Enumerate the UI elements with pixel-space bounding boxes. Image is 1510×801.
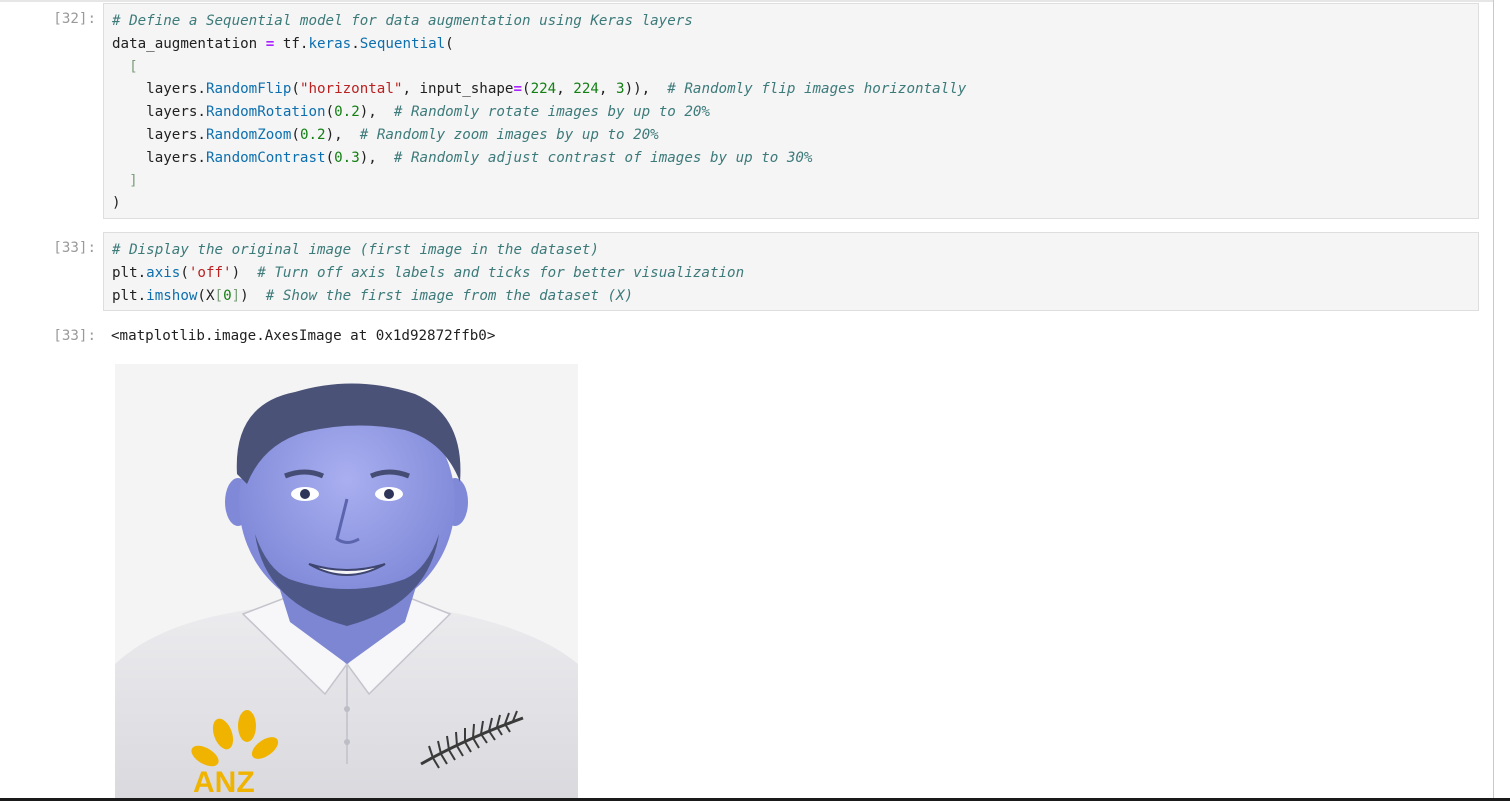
cell-prompt-32: [32]:: [53, 11, 96, 27]
code-line: # Define a Sequential model for data aug…: [112, 13, 693, 29]
code-line: ): [112, 195, 121, 212]
code-line: [: [129, 58, 138, 75]
code-line: layers.RandomZoom(0.2), # Randomly zoom …: [112, 126, 659, 143]
output-text: <matplotlib.image.AxesImage at 0x1d92872…: [111, 328, 496, 344]
scrollbar[interactable]: [1493, 0, 1510, 801]
code-line: layers.RandomFlip("horizontal", input_sh…: [112, 81, 967, 98]
top-divider: [0, 0, 1510, 2]
portrait-image: ANZ: [115, 364, 578, 798]
code-editor-33[interactable]: # Display the original image (first imag…: [104, 233, 1478, 307]
svg-text:ANZ: ANZ: [193, 766, 255, 798]
image-output: ANZ: [115, 364, 578, 798]
code-cell-32[interactable]: # Define a Sequential model for data aug…: [103, 3, 1479, 219]
output-prompt-33: [33]:: [53, 328, 96, 344]
code-editor-32[interactable]: # Define a Sequential model for data aug…: [104, 4, 1478, 215]
code-line: plt.imshow(X[0]) # Show the first image …: [112, 287, 634, 304]
code-line: ]: [129, 172, 138, 189]
code-line: data_augmentation = tf.keras.Sequential(: [112, 35, 454, 52]
code-line: # Display the original image (first imag…: [112, 242, 599, 258]
code-cell-33[interactable]: # Display the original image (first imag…: [103, 232, 1479, 311]
code-line: layers.RandomRotation(0.2), # Randomly r…: [112, 104, 710, 121]
code-line: layers.RandomContrast(0.3), # Randomly a…: [112, 149, 813, 166]
cell-prompt-33: [33]:: [53, 240, 96, 256]
code-line: plt.axis('off') # Turn off axis labels a…: [112, 264, 745, 281]
